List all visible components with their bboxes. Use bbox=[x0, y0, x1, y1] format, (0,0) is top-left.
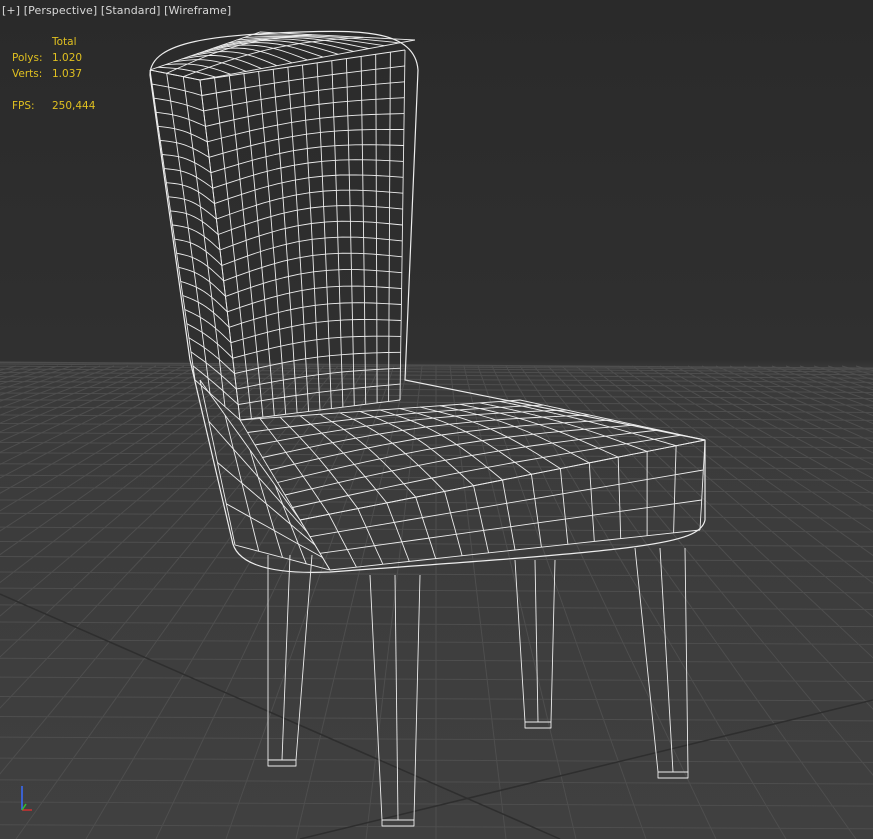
wire-edge bbox=[156, 111, 206, 127]
leg-foot bbox=[524, 721, 552, 729]
stats-header: Total bbox=[52, 36, 77, 48]
viewport-label-menu: [+] [Perspective] [Standard] [Wireframe] bbox=[2, 4, 231, 17]
wire-edge bbox=[226, 503, 323, 558]
grid-line bbox=[0, 365, 311, 658]
viewport-shading-menu[interactable]: [Standard] bbox=[101, 4, 161, 17]
wire-edge bbox=[178, 266, 226, 297]
grid-line bbox=[0, 365, 241, 512]
perspective-viewport[interactable]: [+] [Perspective] [Standard] [Wireframe]… bbox=[0, 0, 873, 839]
wire-edge bbox=[444, 491, 463, 556]
grid-line bbox=[0, 365, 17, 372]
wire-edge bbox=[473, 485, 490, 554]
leg-edge bbox=[534, 559, 539, 723]
viewport-display-menu[interactable]: [Wireframe] bbox=[164, 4, 231, 17]
wire-edge bbox=[164, 168, 213, 189]
leg-foot bbox=[657, 771, 689, 779]
leg-edge bbox=[394, 574, 399, 821]
wire-edge bbox=[259, 418, 330, 515]
fps-value: 250,444 bbox=[52, 100, 96, 112]
grid-line bbox=[0, 365, 45, 380]
wire-edge bbox=[284, 429, 659, 496]
grid-axis-line bbox=[299, 699, 873, 839]
verts-value: 1.037 bbox=[52, 68, 83, 80]
grid-line bbox=[463, 365, 577, 839]
wire-edge bbox=[151, 83, 202, 96]
wire-edge bbox=[174, 238, 223, 266]
grid-line bbox=[0, 365, 255, 532]
grid-line bbox=[295, 365, 409, 839]
scene-canvas[interactable] bbox=[0, 0, 873, 839]
grid-line bbox=[225, 365, 395, 839]
grid-line bbox=[0, 365, 339, 775]
wire-edge bbox=[172, 224, 221, 251]
wire-edge bbox=[158, 125, 208, 143]
viewport-plus-menu[interactable]: [+] bbox=[2, 4, 20, 17]
grid-line bbox=[0, 365, 185, 453]
grid-line bbox=[0, 365, 283, 584]
wire-edge bbox=[154, 97, 204, 112]
grid-line bbox=[827, 365, 873, 381]
grid-line bbox=[785, 365, 873, 396]
wire-edge bbox=[328, 514, 357, 568]
grid-line bbox=[449, 365, 507, 839]
wire-edge bbox=[386, 502, 410, 562]
wire-edge bbox=[181, 55, 262, 70]
axis-gizmo-icon bbox=[21, 786, 32, 811]
leg-back-right bbox=[514, 559, 556, 729]
grid-line bbox=[0, 365, 115, 409]
wire-edge bbox=[415, 496, 437, 559]
wire-edge bbox=[180, 280, 228, 313]
wire-edge bbox=[388, 52, 391, 402]
fps-label: FPS: bbox=[12, 100, 35, 112]
wire-edge bbox=[559, 468, 569, 545]
grid-line bbox=[855, 365, 873, 372]
wire-edge bbox=[166, 182, 215, 204]
wire-edge bbox=[199, 49, 406, 81]
leg-edge bbox=[659, 547, 674, 773]
viewport-view-menu[interactable]: [Perspective] bbox=[24, 4, 98, 17]
polys-value: 1.020 bbox=[52, 52, 83, 64]
grid-line bbox=[0, 365, 101, 402]
wire-edge bbox=[360, 56, 367, 405]
wire-edge bbox=[673, 445, 677, 533]
grid-line bbox=[0, 365, 325, 709]
wire-edge bbox=[272, 69, 298, 413]
wire-edge bbox=[699, 439, 706, 531]
grid-line bbox=[85, 365, 367, 839]
polys-label: Polys: bbox=[12, 52, 43, 64]
leg-edge bbox=[281, 554, 291, 761]
wire-edge bbox=[162, 154, 212, 174]
wire-edge bbox=[176, 252, 224, 282]
ground-grid bbox=[0, 361, 873, 839]
leg-front-left bbox=[369, 574, 421, 827]
grid-line bbox=[0, 365, 87, 396]
wire-edge bbox=[357, 508, 384, 565]
grid-line bbox=[841, 365, 873, 376]
grid-line bbox=[813, 365, 873, 385]
leg-front-right bbox=[634, 547, 689, 779]
grid-line bbox=[0, 365, 59, 385]
wire-edge bbox=[166, 34, 312, 74]
wire-edge bbox=[530, 474, 542, 548]
grid-line bbox=[0, 365, 143, 424]
leg-back-left bbox=[267, 554, 313, 767]
chair-wireframe[interactable] bbox=[149, 30, 706, 827]
grid-line bbox=[477, 365, 647, 839]
verts-label: Verts: bbox=[12, 68, 43, 80]
grid-line bbox=[0, 365, 269, 556]
leg-foot bbox=[267, 759, 297, 767]
leg-foot bbox=[381, 819, 415, 827]
wire-edge bbox=[588, 462, 595, 542]
wire-edge bbox=[375, 54, 378, 403]
backrest-top bbox=[149, 31, 416, 81]
